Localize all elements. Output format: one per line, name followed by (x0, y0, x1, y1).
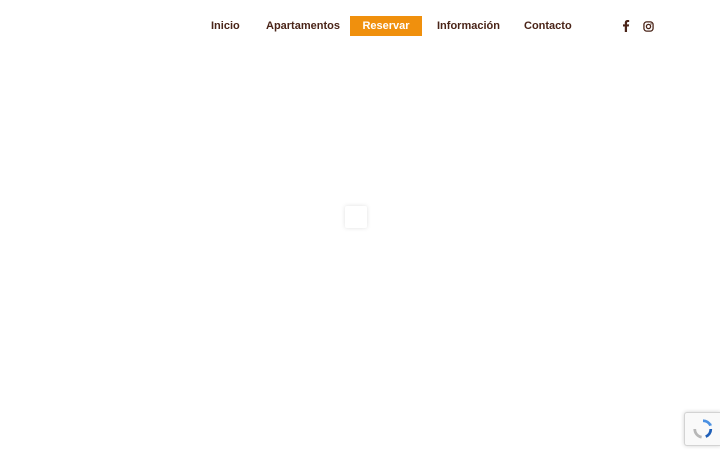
facebook-icon[interactable] (619, 18, 633, 34)
header: Inicio Apartamentos Reservar Información… (0, 0, 720, 52)
instagram-icon[interactable] (641, 18, 655, 34)
page: Inicio Apartamentos Reservar Información… (0, 0, 720, 450)
nav-link-inicio[interactable]: Inicio (211, 16, 240, 36)
recaptcha-icon (693, 419, 713, 439)
loading-spinner (345, 206, 367, 228)
nav-link-apartamentos[interactable]: Apartamentos (266, 16, 340, 36)
nav-link-contacto[interactable]: Contacto (524, 16, 572, 36)
nav-link-informacion[interactable]: Información (437, 16, 500, 36)
nav-button-reservar[interactable]: Reservar (350, 16, 422, 36)
recaptcha-badge[interactable] (684, 412, 720, 446)
